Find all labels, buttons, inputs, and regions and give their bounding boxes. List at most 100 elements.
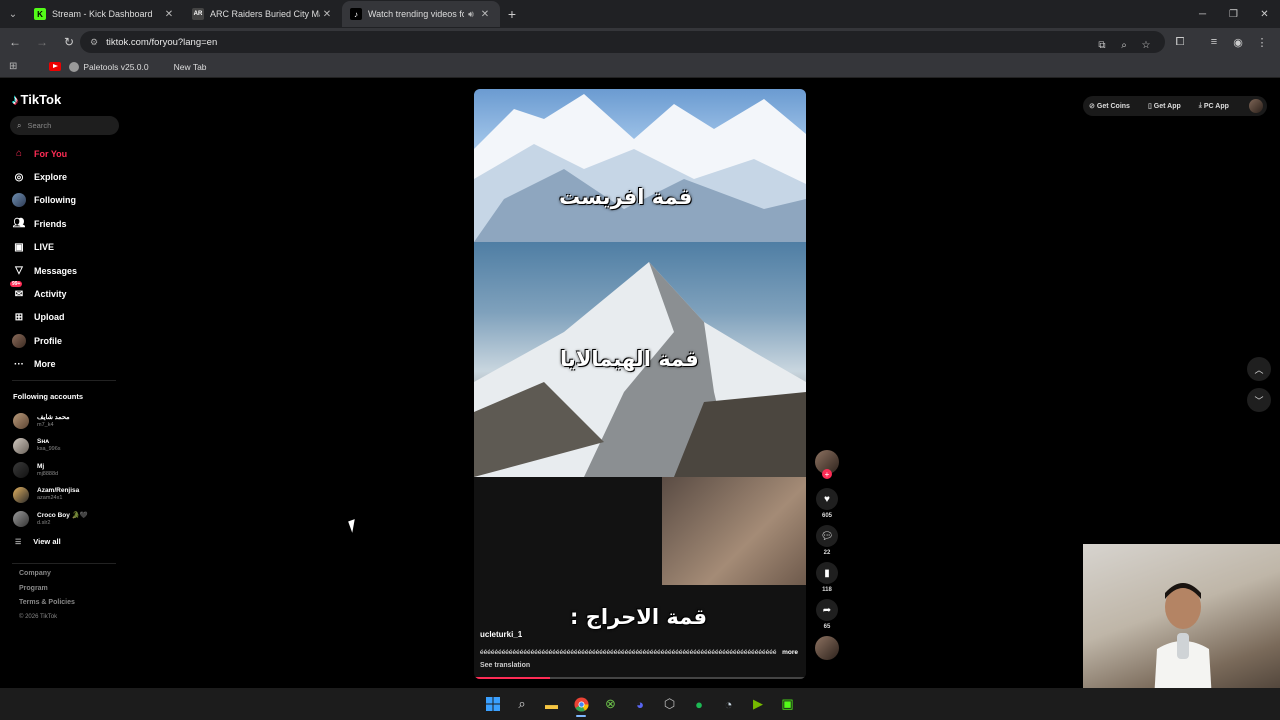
pc-app-label: PC App [1203,102,1229,110]
previous-video-button[interactable]: ︿ [1247,357,1271,381]
xbox-icon[interactable]: ⊗ [596,690,626,718]
following-account[interactable]: Sʜᴀ ksa_996s [13,434,88,459]
following-account[interactable]: محمد شايف m7_k4 [13,409,88,434]
account-name: Sʜᴀ [37,438,50,446]
discord-icon[interactable]: ◕ [625,690,655,718]
get-coins-button[interactable]: ⊘ Get Coins [1089,102,1139,111]
chrome-icon[interactable] [566,690,596,718]
coin-icon: ⊘ [1089,103,1095,110]
profile-avatar-icon[interactable]: ◉ [1226,30,1250,54]
save-button[interactable]: ▮ 118 [814,562,840,593]
window-controls: ─ ❐ ✕ [1187,0,1280,28]
sidebar-item-explore[interactable]: ◎ Explore [12,165,77,188]
paletools-icon [69,61,80,72]
file-explorer-icon[interactable]: ▬ [537,690,567,718]
more-link[interactable]: more [782,649,798,656]
minimize-icon[interactable]: ─ [1187,0,1218,28]
like-button[interactable]: ♥ 605 [814,488,840,519]
back-icon[interactable]: ← [3,30,27,54]
footer-link-program[interactable]: Program [19,585,75,600]
site-info-icon[interactable]: ⚙ [90,37,98,48]
sidebar-item-activity[interactable]: ✉ 99+ Activity [10,281,77,305]
browser-tab-kick[interactable]: K Stream - Kick Dashboard ✕ [26,1,184,27]
address-bar[interactable]: ⚙ tiktok.com/foryou?lang=en ⧉ ⌕ ☆ [80,31,1165,53]
tiktok-logo[interactable]: ♪ TikTok [12,92,61,107]
search-input[interactable]: ⌕ Search [10,116,119,135]
video-caption-middle: قمة الهيمالايا [560,347,699,371]
get-coins-label: Get Coins [1096,102,1130,110]
extensions-icon[interactable]: ⧠ [1168,30,1192,54]
video-author[interactable]: ucleturki_1 [480,630,522,639]
video-player[interactable]: قمة افريست قمة الهيمالايا قمة الاحراج : … [474,89,806,679]
spotify-icon[interactable]: ● [684,690,714,718]
close-tab-icon[interactable]: ✕ [320,9,334,20]
close-tab-icon[interactable]: ✕ [162,9,176,20]
tab-search-button[interactable]: ⌄ [0,1,26,27]
sidebar-item-live[interactable]: ▣ LIVE [12,236,77,259]
friends-icon: 👥︎ [12,218,26,230]
sidebar-item-following[interactable]: Following [12,189,77,212]
tab-title: Stream - Kick Dashboard [52,9,153,19]
tiktok-favicon-icon: ♪ [350,8,362,20]
bookmark-youtube[interactable] [25,62,67,71]
creator-avatar-button[interactable]: + [814,450,840,479]
see-translation-link[interactable]: See translation [480,662,530,669]
footer-link-company[interactable]: Company [19,570,75,585]
reload-icon[interactable]: ↻ [57,30,81,54]
bookmark-new-tab[interactable]: New Tab [174,62,207,72]
restore-icon[interactable]: ❐ [1218,0,1249,28]
sidebar-item-profile[interactable]: Profile [12,329,77,352]
following-account[interactable]: Croco Boy 🐊🖤 d.slr2 [13,507,88,532]
browser-tab-arc[interactable]: AR ARC Raiders Buried City Map - ✕ [184,1,342,27]
get-app-label: Get App [1153,102,1181,110]
browser-tab-tiktok[interactable]: ♪ Watch trending videos for y 🔊︎ ✕ [342,1,500,27]
share-button[interactable]: ➦ 65 [814,599,840,630]
zoom-icon[interactable]: ⌕ [1113,34,1135,56]
speaker-icon[interactable]: 🔊︎ [464,9,478,20]
kick-app-icon[interactable]: ▣ [773,690,803,718]
new-tab-button[interactable]: + [500,6,524,22]
footer-link-terms[interactable]: Terms & Policies [19,599,75,614]
windows-start-icon[interactable] [478,690,508,718]
sidebar-divider [12,380,116,381]
app-icon[interactable]: ⬡ [655,690,685,718]
media-control-icon[interactable]: ≡ [1202,30,1226,54]
menu-kebab-icon[interactable]: ⋮ [1250,30,1274,54]
account-name: Croco Boy 🐊🖤 [37,511,88,519]
arc-favicon-icon: AR [192,8,204,20]
sidebar-item-friends[interactable]: 👥︎ Friends [12,212,77,235]
avatar: + [815,450,839,479]
sidebar-item-messages[interactable]: ▽ Messages [12,259,77,282]
pc-app-button[interactable]: ⤓ PC App [1199,102,1238,110]
next-video-button[interactable]: ﹀ [1247,388,1271,412]
sidebar-item-label: For You [34,148,68,159]
apps-grid-icon[interactable]: ⊞ [9,61,17,72]
sidebar-item-upload[interactable]: ⊞ Upload [12,306,77,329]
bookmark-paletools[interactable]: Paletools v25.0.0 [69,61,149,72]
following-account[interactable]: Azam/Renjisa azam24x1 [13,483,88,508]
close-window-icon[interactable]: ✕ [1249,0,1280,28]
install-app-icon[interactable]: ⧉ [1091,34,1113,56]
steam-icon[interactable]: ◔ [714,690,744,718]
video-progress-bar[interactable] [474,677,806,679]
following-account[interactable]: Mj mj8888d [13,458,88,483]
browser-tab-bar: ⌄ K Stream - Kick Dashboard ✕ AR ARC Rai… [0,0,1280,28]
get-app-button[interactable]: ▯ Get App [1148,102,1190,111]
comment-button[interactable]: 💬︎ 22 [814,525,840,556]
bookmark-star-icon[interactable]: ☆ [1135,34,1157,56]
sidebar-item-more[interactable]: ··· More [12,353,77,376]
follow-plus-icon[interactable]: + [822,469,832,479]
search-icon[interactable]: ⌕ [507,690,537,718]
account-name: محمد شايف [37,413,70,421]
close-tab-icon[interactable]: ✕ [478,9,492,20]
user-avatar[interactable] [1248,99,1263,113]
copyright: © 2026 TikTok [19,613,58,620]
following-icon [12,193,26,208]
sidebar-item-for-you[interactable]: ⌂ For You [12,142,77,165]
sound-avatar-button[interactable] [814,636,840,660]
forward-icon[interactable]: → [30,30,54,54]
tab-title: ARC Raiders Buried City Map - [210,9,320,19]
view-all-link[interactable]: ☰ View all [15,537,61,546]
nvidia-icon[interactable]: ▶ [743,690,773,718]
video-frame-himalaya: قمة الهيمالايا [474,242,806,477]
